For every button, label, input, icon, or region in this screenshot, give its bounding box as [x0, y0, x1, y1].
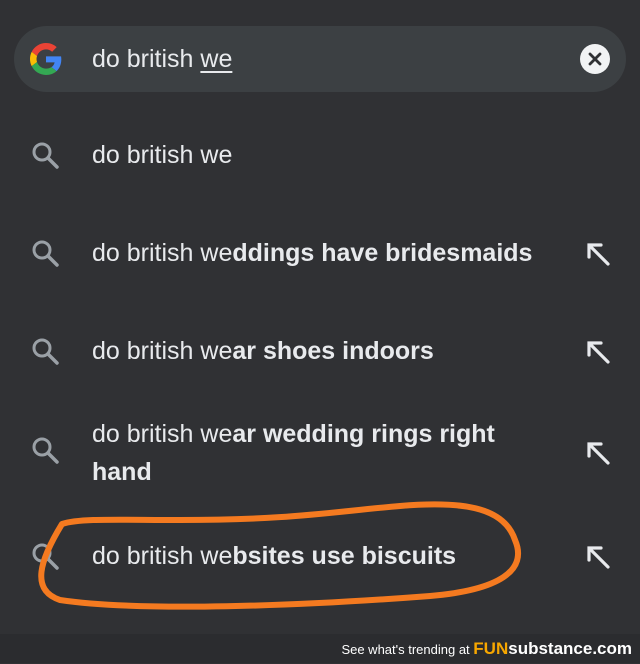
fill-arrow-icon[interactable]	[584, 240, 614, 270]
watermark-footer: See what's trending at FUNsubstance.com	[0, 634, 640, 663]
suggestion-text: do british wear wedding rings right hand	[92, 420, 495, 486]
suggestion-text: do british weddings have bridesmaids	[92, 239, 533, 267]
magnifier-icon	[32, 338, 59, 365]
query-typed: we	[200, 45, 233, 73]
query-prefix: do british	[92, 45, 201, 73]
magnifier-icon	[32, 142, 59, 169]
brand-logo: FUNsubstance.com	[473, 639, 632, 658]
suggestion-text: do british wear shoes indoors	[92, 337, 434, 365]
magnifier-icon	[32, 437, 59, 464]
footer-text: See what's trending at FUNsubstance.com	[341, 639, 632, 658]
search-bar[interactable]: do british we	[14, 26, 626, 92]
magnifier-icon	[32, 543, 59, 570]
suggestion-text: do british websites use biscuits	[92, 542, 457, 570]
fill-arrow-icon[interactable]	[584, 439, 614, 469]
fill-arrow-icon[interactable]	[584, 543, 614, 573]
search-input[interactable]: do british we	[92, 26, 232, 92]
fill-arrow-icon[interactable]	[584, 338, 614, 368]
google-g-icon	[30, 43, 62, 75]
clear-button[interactable]	[580, 44, 610, 74]
clear-x-icon	[588, 52, 602, 66]
suggestion-text: do british we	[92, 141, 233, 169]
magnifier-icon	[32, 240, 59, 267]
